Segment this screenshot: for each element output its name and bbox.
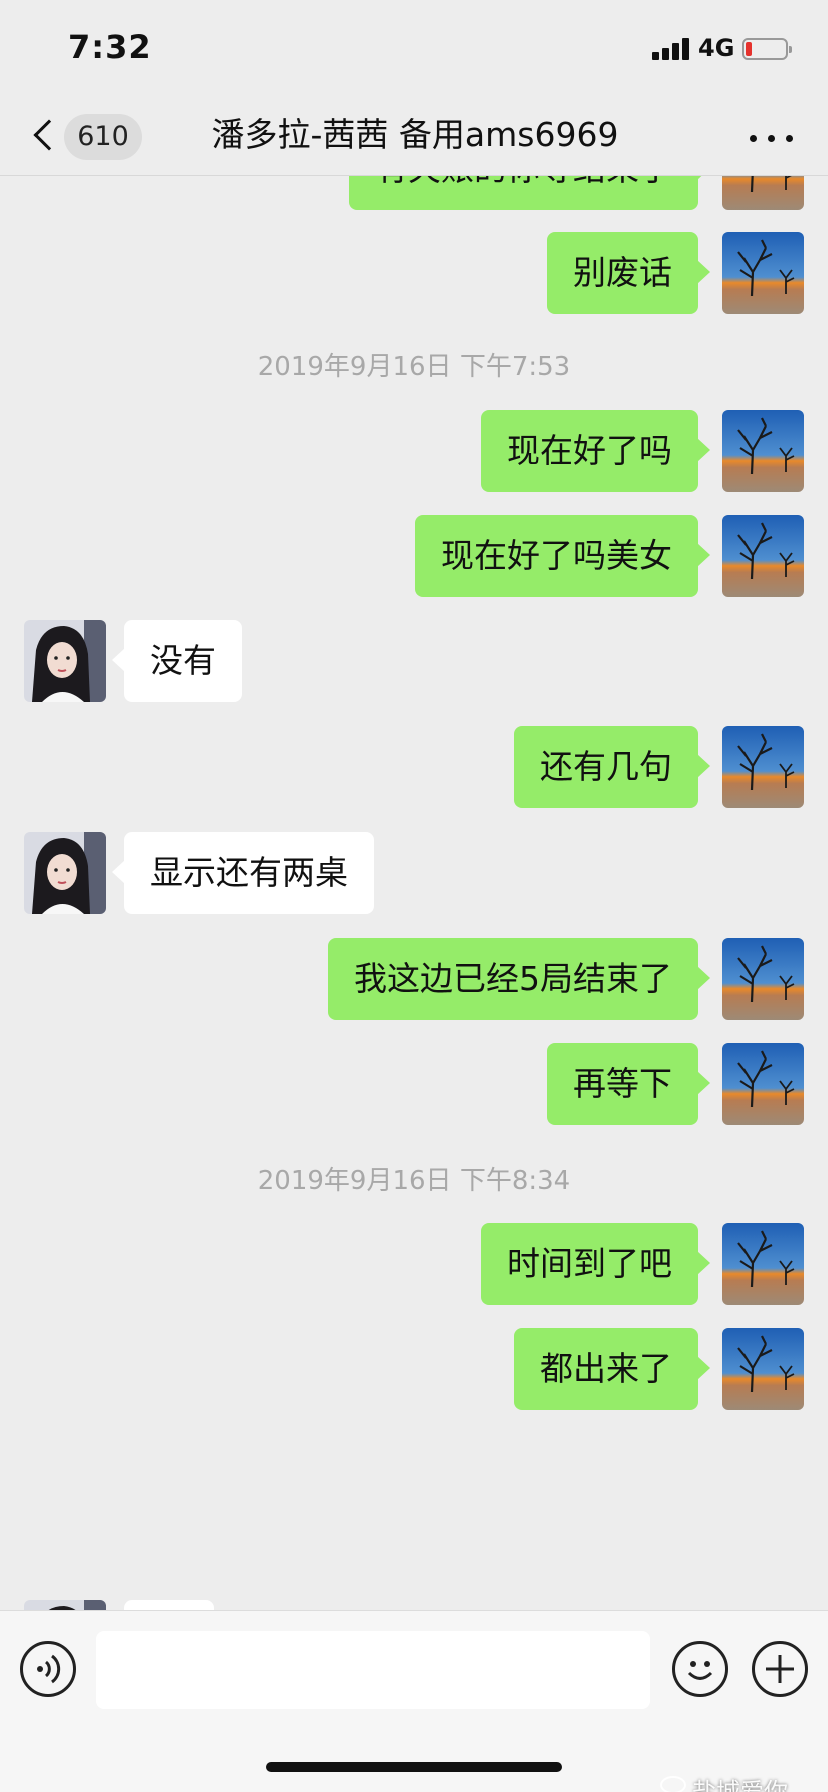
home-indicator xyxy=(266,1762,562,1772)
tree-landscape-image xyxy=(722,410,804,492)
message-bubble[interactable]: 显示还有两桌 xyxy=(112,832,374,914)
emoji-button[interactable] xyxy=(672,1641,728,1697)
more-dots-icon xyxy=(750,135,757,142)
message-bubble[interactable]: 都出来了 xyxy=(514,1328,710,1410)
voice-button[interactable] xyxy=(20,1641,76,1697)
message-bubble[interactable]: 我这边已经5局结束了 xyxy=(328,938,710,1020)
more-options-button[interactable] xyxy=(748,118,798,158)
message-bubble[interactable]: 别废话 xyxy=(547,232,710,314)
message-bubble[interactable]: 还有几句 xyxy=(514,726,710,808)
contact-photo-image xyxy=(24,832,106,914)
status-time: 7:32 xyxy=(68,28,152,66)
my-avatar[interactable] xyxy=(722,1223,804,1305)
watermark: 盐城爱你 xyxy=(692,1778,788,1792)
tree-landscape-image xyxy=(722,1223,804,1305)
network-type: 4G xyxy=(698,34,735,62)
my-avatar[interactable] xyxy=(722,410,804,492)
message-bubble[interactable]: 现在好了吗美女 xyxy=(415,515,710,597)
message-list[interactable]: 有欠账的你等结束了 别废话 2019年9月16日 下午7:53 现在好了吗 现在… xyxy=(0,160,828,1610)
contact-avatar[interactable] xyxy=(24,1600,106,1610)
emoji-icon xyxy=(687,1661,713,1680)
back-button[interactable]: 610 xyxy=(26,110,146,162)
my-avatar[interactable] xyxy=(722,515,804,597)
voice-icon xyxy=(37,1654,61,1684)
chevron-left-icon xyxy=(33,119,65,151)
signal-icon xyxy=(652,38,692,60)
contact-avatar[interactable] xyxy=(24,832,106,914)
tree-landscape-image xyxy=(722,726,804,808)
status-bar: 7:32 4G xyxy=(0,0,828,96)
tree-landscape-image xyxy=(722,232,804,314)
contact-photo-image xyxy=(24,620,106,702)
plus-icon[interactable] xyxy=(752,1641,808,1697)
tree-landscape-image xyxy=(722,515,804,597)
chat-nav-bar: 610 潘多拉-茜茜 备用ams6969 xyxy=(0,96,828,176)
contact-avatar[interactable] xyxy=(24,620,106,702)
contact-photo-image xyxy=(24,1600,106,1610)
message-bubble[interactable]: 再等下 xyxy=(547,1043,710,1125)
message-input[interactable] xyxy=(96,1631,650,1709)
message-bubble[interactable]: 没有 xyxy=(112,620,242,702)
battery-icon xyxy=(742,38,792,60)
message-timestamp: 2019年9月16日 下午8:34 xyxy=(257,1166,571,1196)
my-avatar[interactable] xyxy=(722,726,804,808)
watermark-logo-icon xyxy=(660,1776,686,1792)
unread-count-badge: 610 xyxy=(64,114,142,160)
tree-landscape-image xyxy=(722,1328,804,1410)
my-avatar[interactable] xyxy=(722,232,804,314)
message-bubble[interactable]: 时间到了吧 xyxy=(481,1223,710,1305)
my-avatar[interactable] xyxy=(722,1328,804,1410)
my-avatar[interactable] xyxy=(722,938,804,1020)
tree-landscape-image xyxy=(722,938,804,1020)
my-avatar[interactable] xyxy=(722,1043,804,1125)
tree-landscape-image xyxy=(722,1043,804,1125)
message-bubble[interactable]: 现在好了吗 xyxy=(481,410,710,492)
message-timestamp: 2019年9月16日 下午7:53 xyxy=(257,352,571,382)
chat-title: 潘多拉-茜茜 备用ams6969 xyxy=(211,115,619,154)
message-bubble[interactable] xyxy=(124,1600,214,1610)
